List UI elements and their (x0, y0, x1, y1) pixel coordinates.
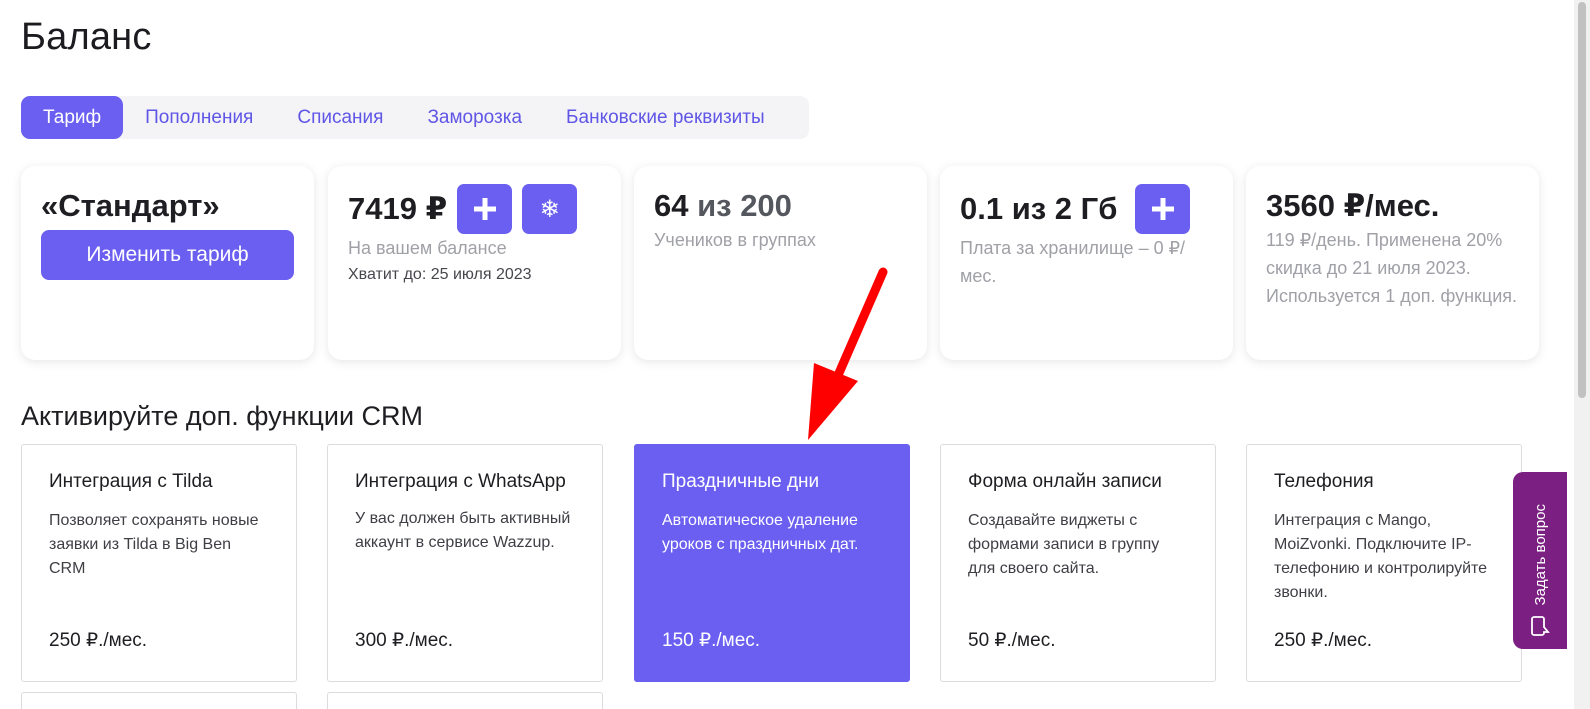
tabs-bar: Тариф Пополнения Списания Заморозка Банк… (21, 96, 809, 139)
page-scrollbar[interactable] (1574, 0, 1590, 709)
students-label: Учеников в группах (654, 230, 816, 250)
feature-card-holidays[interactable]: Праздничные дни Автоматическое удаление … (634, 444, 910, 682)
feature-price: 250 ₽./мес. (1274, 630, 1373, 651)
feature-price: 300 ₽./мес. (355, 630, 454, 651)
feature-desc: Позволяет сохранять новые заявки из Tild… (49, 512, 259, 577)
balance-card: 7419 ₽ ❄ На вашем балансе Хватит до: 25 … (328, 166, 621, 360)
feature-title: Интеграция с WhatsApp (355, 471, 566, 492)
students-total: из 200 (697, 188, 792, 223)
scrollbar-thumb[interactable] (1578, 2, 1586, 398)
feature-price: 250 ₽./мес. (49, 630, 148, 651)
feature-price: 150 ₽./мес. (662, 630, 761, 651)
add-storage-button[interactable] (1135, 184, 1191, 234)
students-card: 64 из 200 Учеников в группах (634, 166, 927, 360)
storage-card: 0.1 из 2 Гб Плата за хранилище – 0 ₽/мес… (940, 166, 1233, 360)
feature-price: 50 ₽./мес. (968, 630, 1056, 651)
tab-tariff[interactable]: Тариф (21, 96, 124, 139)
plan-card: «Стандарт» Изменить тариф (21, 166, 314, 360)
snowflake-icon: ❄ (539, 195, 560, 223)
monthly-amount: 3560 ₽/мес. (1266, 188, 1440, 223)
change-plan-button[interactable]: Изменить тариф (41, 230, 294, 280)
monthly-note: 119 ₽/день. Применена 20% скидка до 21 и… (1266, 230, 1518, 306)
feature-title: Форма онлайн записи (968, 471, 1162, 492)
feature-desc: У вас должен быть активный аккаунт в сер… (355, 510, 571, 551)
features-section-title: Активируйте доп. функции CRM (21, 401, 424, 431)
balance-label: На вашем балансе (348, 238, 507, 258)
feature-card-partial[interactable] (327, 692, 603, 709)
plan-name: «Стандарт» (41, 188, 220, 223)
tab-bank-details[interactable]: Банковские реквизиты (544, 96, 787, 139)
storage-value: 0.1 из 2 Гб (960, 191, 1118, 226)
feature-card-telephony[interactable]: Телефония Интеграция с Mango, MoiZvonki.… (1246, 444, 1522, 682)
tab-charges[interactable]: Списания (275, 96, 405, 139)
page-title: Баланс (21, 16, 152, 58)
chat-bubble-icon (1531, 616, 1550, 636)
feature-title: Телефония (1274, 471, 1374, 492)
feature-card-tilda[interactable]: Интеграция с Tilda Позволяет сохранять н… (21, 444, 297, 682)
storage-label: Плата за хранилище – 0 ₽/мес. (960, 238, 1186, 286)
monthly-card: 3560 ₽/мес. 119 ₽/день. Применена 20% ск… (1246, 166, 1539, 360)
balance-until: Хватит до: 25 июля 2023 (348, 266, 532, 283)
plus-icon (1151, 198, 1174, 220)
add-balance-button[interactable] (457, 184, 513, 234)
ask-question-widget[interactable]: Задать вопрос (1513, 472, 1567, 649)
plus-icon (473, 198, 496, 220)
balance-amount: 7419 ₽ (348, 191, 448, 226)
feature-card-partial[interactable] (21, 692, 297, 709)
ask-question-label: Задать вопрос (1531, 503, 1549, 605)
feature-card-whatsapp[interactable]: Интеграция с WhatsApp У вас должен быть … (327, 444, 603, 682)
feature-card-online-form[interactable]: Форма онлайн записи Создавайте виджеты с… (940, 444, 1216, 682)
feature-title: Праздничные дни (662, 471, 820, 492)
students-count: 64 (654, 188, 689, 223)
feature-desc: Создавайте виджеты с формами записи в гр… (968, 512, 1160, 577)
freeze-button[interactable]: ❄ (522, 184, 578, 234)
feature-title: Интеграция с Tilda (49, 471, 213, 492)
tab-freeze[interactable]: Заморозка (405, 96, 544, 139)
feature-desc: Интеграция с Mango, MoiZvonki. Подключит… (1274, 512, 1488, 601)
tab-top-ups[interactable]: Пополнения (123, 96, 275, 139)
feature-desc: Автоматическое удаление уроков с праздни… (662, 512, 859, 553)
